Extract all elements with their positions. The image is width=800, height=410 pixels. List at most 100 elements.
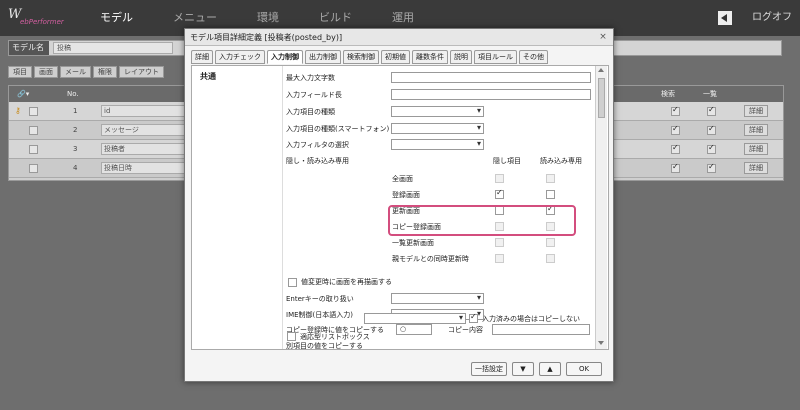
scroll-thumb[interactable]: [598, 78, 605, 118]
row-name: 投稿日時: [101, 162, 187, 174]
tab-detail[interactable]: 詳細: [191, 50, 213, 64]
header-no: No.: [67, 90, 79, 98]
row-select-checkbox[interactable]: [29, 145, 38, 154]
filter-select[interactable]: [391, 139, 484, 150]
screen-parent-update-readonly-checkbox[interactable]: [546, 254, 555, 263]
input-type-sp-label: 入力項目の種類(スマートフォン): [286, 125, 390, 133]
redraw-label: 値変更時に画面を再描画する: [301, 278, 392, 286]
dialog-tabs: 詳細 入力チェック 入力制御 出力制御 検索制御 初期値 離数条件 説明 項目ル…: [191, 50, 550, 64]
tab-output-control[interactable]: 出力制御: [305, 50, 341, 64]
tab-input-check[interactable]: 入力チェック: [215, 50, 265, 64]
scroll-up-icon[interactable]: [598, 68, 604, 72]
detail-button[interactable]: 詳細: [744, 143, 768, 155]
annotation-highlight: [388, 205, 576, 236]
ime-label: IME制御(日本語入力): [286, 311, 353, 319]
tab-search-control[interactable]: 検索制御: [343, 50, 379, 64]
tab-conditions[interactable]: 離数条件: [412, 50, 448, 64]
row-search-checkbox[interactable]: [671, 105, 680, 116]
screen-all-hidden-checkbox[interactable]: [495, 174, 504, 183]
enter-key-label: Enterキーの取り扱い: [286, 295, 354, 303]
no-copy-checkbox[interactable]: [469, 312, 478, 323]
dialog-content: 共通 最大入力文字数 入力フィールド長 入力項目の種類 入力項目の種類(スマート…: [191, 65, 609, 350]
svg-text:ebPerformer: ebPerformer: [20, 18, 65, 26]
adaptive-list-checkbox[interactable]: [287, 332, 296, 341]
screen-parent-update-hidden-checkbox[interactable]: [495, 254, 504, 263]
tab-input-control[interactable]: 入力制御: [267, 50, 303, 64]
move-down-button[interactable]: ▼: [512, 362, 534, 376]
filter-label: 入力フィルタの選択: [286, 141, 349, 149]
row-list-checkbox[interactable]: [707, 143, 716, 154]
row-select-checkbox[interactable]: [29, 126, 38, 135]
move-up-button[interactable]: ▲: [539, 362, 561, 376]
redraw-checkbox[interactable]: [288, 278, 297, 287]
screen-register-label: 登録画面: [392, 191, 420, 199]
model-name-input[interactable]: 投稿: [53, 42, 173, 54]
screen-all-readonly-checkbox[interactable]: [546, 174, 555, 183]
section-common: 共通: [200, 72, 216, 81]
input-type-sp-select[interactable]: [391, 123, 484, 134]
screen-all-label: 全画面: [392, 175, 413, 183]
app-logo[interactable]: W ebPerformer: [6, 4, 66, 32]
row-select-checkbox[interactable]: [29, 107, 38, 116]
copy-content-input[interactable]: [492, 324, 590, 335]
row-list-checkbox[interactable]: [707, 162, 716, 173]
adaptive-list-label: 適応型リストボックス: [300, 333, 370, 341]
tab-permission[interactable]: 権限: [93, 66, 117, 78]
row-name: 投稿者: [101, 143, 187, 155]
row-no: 2: [73, 126, 78, 134]
item-detail-dialog: モデル項目詳細定義 [投稿者(posted_by)] × 詳細 入力チェック 入…: [184, 28, 614, 382]
screen-register-readonly-checkbox[interactable]: [546, 190, 555, 199]
tab-items[interactable]: 項目: [8, 66, 32, 78]
field-length-label: 入力フィールド長: [286, 91, 342, 99]
enter-key-select[interactable]: [391, 293, 484, 304]
row-list-checkbox[interactable]: [707, 124, 716, 135]
dialog-title: モデル項目詳細定義 [投稿者(posted_by)]: [185, 29, 613, 46]
header-list: 一覧: [703, 90, 717, 98]
tab-screens[interactable]: 画面: [34, 66, 58, 78]
hidden-column-header: 隠し項目: [493, 157, 521, 165]
max-chars-input[interactable]: [391, 72, 591, 83]
screen-list-update-hidden-checkbox[interactable]: [495, 238, 504, 247]
ok-button[interactable]: OK: [566, 362, 602, 376]
copy-value-input[interactable]: ○: [396, 324, 432, 335]
detail-button[interactable]: 詳細: [744, 124, 768, 136]
model-name-label: モデル名: [9, 41, 49, 55]
copy-content-label: コピー内容: [448, 326, 483, 334]
close-icon[interactable]: ×: [597, 31, 609, 43]
nav-model[interactable]: モデル: [100, 0, 133, 36]
tab-item-rules[interactable]: 項目ルール: [474, 50, 517, 64]
tab-initial-value[interactable]: 初期値: [381, 50, 410, 64]
link-icon[interactable]: 🔗▾: [17, 86, 29, 102]
scroll-down-icon[interactable]: [598, 341, 604, 345]
row-search-checkbox[interactable]: [671, 124, 680, 135]
screen-list-update-readonly-checkbox[interactable]: [546, 238, 555, 247]
key-icon: ⚷: [15, 106, 21, 115]
row-select-checkbox[interactable]: [29, 164, 38, 173]
screen-register-hidden-checkbox[interactable]: [495, 188, 504, 199]
column-divider: [282, 66, 283, 349]
tab-mail[interactable]: メール: [60, 66, 91, 78]
row-no: 1: [73, 107, 78, 115]
readonly-column-header: 読み込み専用: [540, 157, 582, 165]
input-type-select[interactable]: [391, 106, 484, 117]
row-search-checkbox[interactable]: [671, 162, 680, 173]
back-icon[interactable]: [718, 11, 732, 25]
bulk-settings-button[interactable]: 一括設定: [471, 362, 507, 376]
row-search-checkbox[interactable]: [671, 143, 680, 154]
tab-layout[interactable]: レイアウト: [119, 66, 164, 78]
max-chars-label: 最大入力文字数: [286, 74, 335, 82]
tab-description[interactable]: 説明: [450, 50, 472, 64]
copy-other-select[interactable]: [364, 313, 466, 324]
header-search: 検索: [661, 90, 675, 98]
row-list-checkbox[interactable]: [707, 105, 716, 116]
tab-other[interactable]: その他: [519, 50, 548, 64]
screen-list-update-label: 一覧更新画面: [392, 239, 434, 247]
copy-other-label: 別項目の値をコピーする: [286, 342, 363, 350]
dialog-scrollbar[interactable]: [595, 66, 607, 349]
input-type-label: 入力項目の種類: [286, 108, 335, 116]
row-name: メッセージ: [101, 124, 187, 136]
field-length-input[interactable]: [391, 89, 591, 100]
detail-button[interactable]: 詳細: [744, 105, 768, 117]
logout-link[interactable]: ログオフ: [752, 0, 792, 36]
detail-button[interactable]: 詳細: [744, 162, 768, 174]
